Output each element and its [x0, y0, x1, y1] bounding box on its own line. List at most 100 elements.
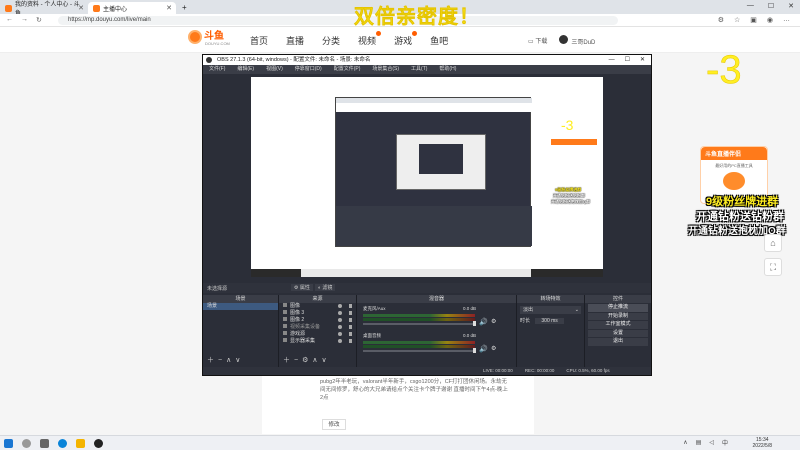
volume-icon[interactable]: ◁	[709, 439, 714, 446]
input-language[interactable]: 中	[722, 438, 728, 447]
explorer-icon[interactable]	[76, 439, 85, 448]
nav-home[interactable]: 首页	[250, 34, 268, 47]
settings-icon[interactable]: ⚙	[491, 345, 496, 352]
volume-slider[interactable]	[363, 323, 475, 325]
task-view-icon[interactable]	[40, 439, 49, 448]
promo-desc: 最好用的PC直播工具	[715, 163, 753, 168]
douyu-logo[interactable]: 斗鱼 DOUYU.COM	[188, 30, 230, 46]
exit-button[interactable]: 退出	[588, 338, 648, 346]
edit-button[interactable]: 修改	[322, 419, 346, 430]
tab-profile[interactable]: 我的资料 - 个人中心 - 斗鱼 ✕	[0, 2, 88, 17]
cpu-status: CPU: 0.5%, 60.00 fps	[566, 368, 610, 373]
forward-icon[interactable]: →	[21, 16, 28, 24]
obs-taskbar-icon[interactable]	[94, 439, 103, 448]
close-tab-icon[interactable]: ✕	[78, 4, 84, 12]
tab-streamer-center[interactable]: 主播中心 ✕	[88, 2, 176, 14]
edge-icon[interactable]	[58, 439, 67, 448]
menu-edit[interactable]: 编辑(E)	[237, 65, 254, 74]
volume-slider[interactable]	[363, 350, 475, 352]
obs-minimize-button[interactable]: —	[609, 55, 615, 65]
properties-button[interactable]: ⚙ 属性	[291, 284, 313, 291]
logo-subtext: DOUYU.COM	[205, 41, 230, 46]
nav-live[interactable]: 直播	[286, 34, 304, 47]
controls-header: 控件	[585, 295, 651, 303]
more-icon[interactable]: …	[783, 16, 790, 24]
taskbar-clock[interactable]: 15:34 2022/5/8	[753, 437, 772, 449]
close-tab-icon[interactable]: ✕	[166, 4, 172, 12]
preview-taskbar	[251, 269, 603, 277]
mixer-dock: 混音器 麦克风/Aux 0.0 dB 🔊 ⚙ 桌面音频 0.0 dB 🔊 ⚙	[357, 295, 517, 367]
scene-item[interactable]: 场景	[203, 303, 278, 310]
source-item[interactable]: 显示器采集	[279, 338, 356, 345]
obs-logo-icon	[206, 57, 212, 63]
download-link[interactable]: ▭ 下载	[528, 36, 547, 45]
preview-countdown: -3	[561, 117, 574, 133]
menu-file[interactable]: 文件(F)	[209, 65, 225, 74]
obs-close-button[interactable]: ✕	[640, 55, 645, 65]
menu-view[interactable]: 视图(V)	[266, 65, 283, 74]
menu-scene-collection[interactable]: 场景集合(S)	[372, 65, 399, 74]
nav-video[interactable]: 视频	[358, 31, 382, 47]
nav-yuba[interactable]: 鱼吧	[430, 34, 448, 47]
url-input[interactable]: https://mp.douyu.com/live/main	[58, 16, 618, 25]
track-name: 麦克风/Aux	[363, 306, 386, 311]
studio-mode-button[interactable]: 工作室模式	[588, 321, 648, 329]
close-window-button[interactable]: ✕	[788, 2, 794, 10]
menu-profile[interactable]: 配置文件(P)	[334, 65, 361, 74]
settings-icon[interactable]: ⚙	[491, 318, 496, 325]
obs-title-bar: OBS 27.1.3 (64-bit, windows) - 配置文件: 未命名…	[203, 55, 651, 65]
new-tab-button[interactable]: +	[176, 3, 193, 12]
favorites-icon[interactable]: ☆	[734, 16, 740, 24]
promo-title: 斗鱼直播伴侣	[701, 147, 767, 160]
transition-duration[interactable]: 时长 300 ms	[520, 317, 581, 324]
maximize-button[interactable]: ☐	[768, 2, 774, 10]
collections-icon[interactable]: ▣	[750, 16, 757, 24]
user-menu[interactable]: 三哥DuD	[559, 35, 595, 46]
level-meter	[363, 318, 475, 321]
menu-docks[interactable]: 停靠窗口(D)	[295, 65, 322, 74]
menu-tools[interactable]: 工具(T)	[411, 65, 427, 74]
douyu-logo-icon	[188, 30, 202, 44]
refresh-icon[interactable]: ↻	[36, 16, 42, 24]
source-item[interactable]: 游戏源	[279, 331, 356, 338]
volume-knob[interactable]	[473, 321, 476, 326]
obs-title: OBS 27.1.3 (64-bit, windows) - 配置文件: 未命名…	[217, 57, 371, 63]
obs-preview[interactable]: -3 9级粉丝牌进群 开通钻粉送钻粉群 开通钻粉送抱枕加Q群	[251, 77, 603, 277]
menu-help[interactable]: 帮助(H)	[439, 65, 456, 74]
chevron-down-icon: ⌄	[574, 307, 579, 313]
settings-button[interactable]: 设置	[588, 329, 648, 337]
windows-taskbar: ∧ ▤ ◁ 中 15:34 2022/5/8	[0, 435, 800, 450]
source-item[interactable]: 视频采集设备	[279, 324, 356, 331]
site-nav: 首页 直播 分类 视频 游戏 鱼吧	[250, 31, 448, 47]
network-icon[interactable]: ▤	[696, 439, 702, 446]
home-side-icon[interactable]: ⌂	[764, 234, 782, 252]
avatar	[559, 35, 569, 44]
nav-category[interactable]: 分类	[322, 34, 340, 47]
search-icon[interactable]	[22, 439, 31, 448]
transition-select[interactable]: 淡出 ⌄	[520, 306, 581, 314]
source-item[interactable]: 图像 2	[279, 317, 356, 324]
scene-controls[interactable]: ＋−∧∨	[207, 355, 244, 365]
start-recording-button[interactable]: 开始录制	[588, 312, 648, 320]
filters-button[interactable]: ◐ 滤镜	[315, 284, 336, 291]
source-item[interactable]: 图像 3	[279, 310, 356, 317]
fullscreen-side-icon[interactable]: ⛶	[764, 258, 782, 276]
speaker-icon[interactable]: 🔊	[479, 345, 488, 353]
volume-knob[interactable]	[473, 348, 476, 353]
source-controls[interactable]: ＋−⚙∧∨	[283, 355, 331, 365]
stop-streaming-button[interactable]: 停止推流	[588, 304, 648, 312]
level-meter	[363, 341, 475, 344]
obs-maximize-button[interactable]: ☐	[625, 55, 630, 65]
track-name: 桌面音频	[363, 333, 381, 338]
tray-chevron-icon[interactable]: ∧	[683, 439, 687, 446]
nav-games[interactable]: 游戏	[394, 31, 418, 47]
start-icon[interactable]	[4, 439, 13, 448]
source-item[interactable]: 图像	[279, 303, 356, 310]
extensions-icon[interactable]: ⚙	[718, 16, 724, 24]
speaker-icon[interactable]: 🔊	[479, 318, 488, 326]
minimize-button[interactable]: —	[747, 2, 754, 10]
games-badge-icon	[412, 31, 418, 36]
back-icon[interactable]: ←	[6, 16, 13, 24]
scenes-header: 场景	[203, 295, 278, 303]
profile-icon[interactable]: ◉	[767, 16, 773, 24]
